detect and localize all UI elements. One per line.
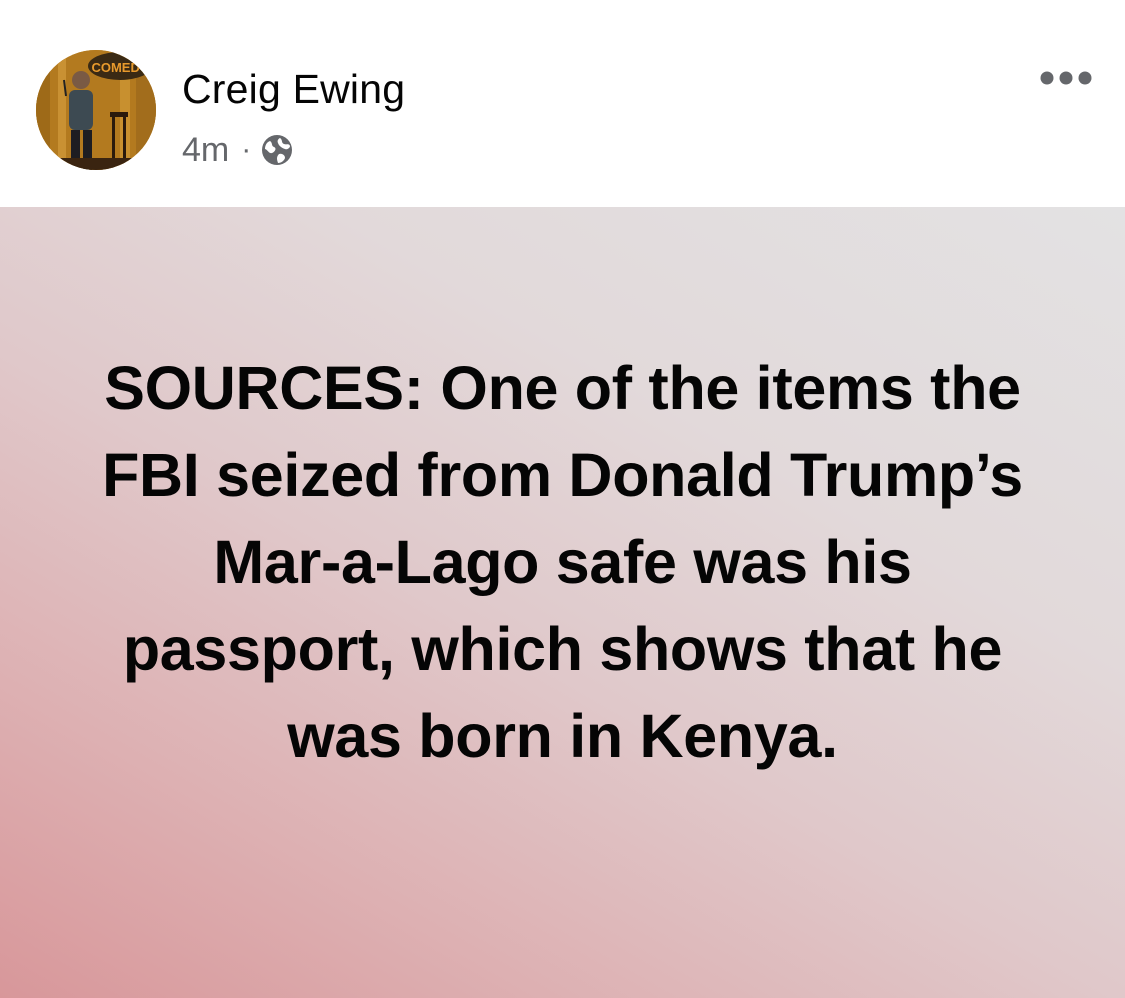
meta-separator: ·	[241, 133, 252, 166]
globe-icon[interactable]	[261, 134, 293, 166]
facebook-post: COMEDY Creig Ewing 4m · SOURCES: One of …	[0, 0, 1125, 998]
avatar-photo: COMEDY	[36, 50, 156, 170]
post-meta: 4m ·	[182, 128, 293, 172]
author-name[interactable]: Creig Ewing	[182, 66, 405, 113]
post-timestamp[interactable]: 4m	[182, 131, 229, 170]
avatar-sign-text: COMEDY	[91, 60, 148, 75]
more-options-button[interactable]	[1036, 58, 1096, 98]
more-options-icon	[1040, 71, 1092, 85]
post-header: COMEDY Creig Ewing 4m ·	[0, 0, 1125, 207]
post-body-text: SOURCES: One of the items the FBI seized…	[102, 354, 1023, 770]
post-text-background: SOURCES: One of the items the FBI seized…	[0, 207, 1125, 998]
author-avatar[interactable]: COMEDY	[36, 50, 156, 170]
